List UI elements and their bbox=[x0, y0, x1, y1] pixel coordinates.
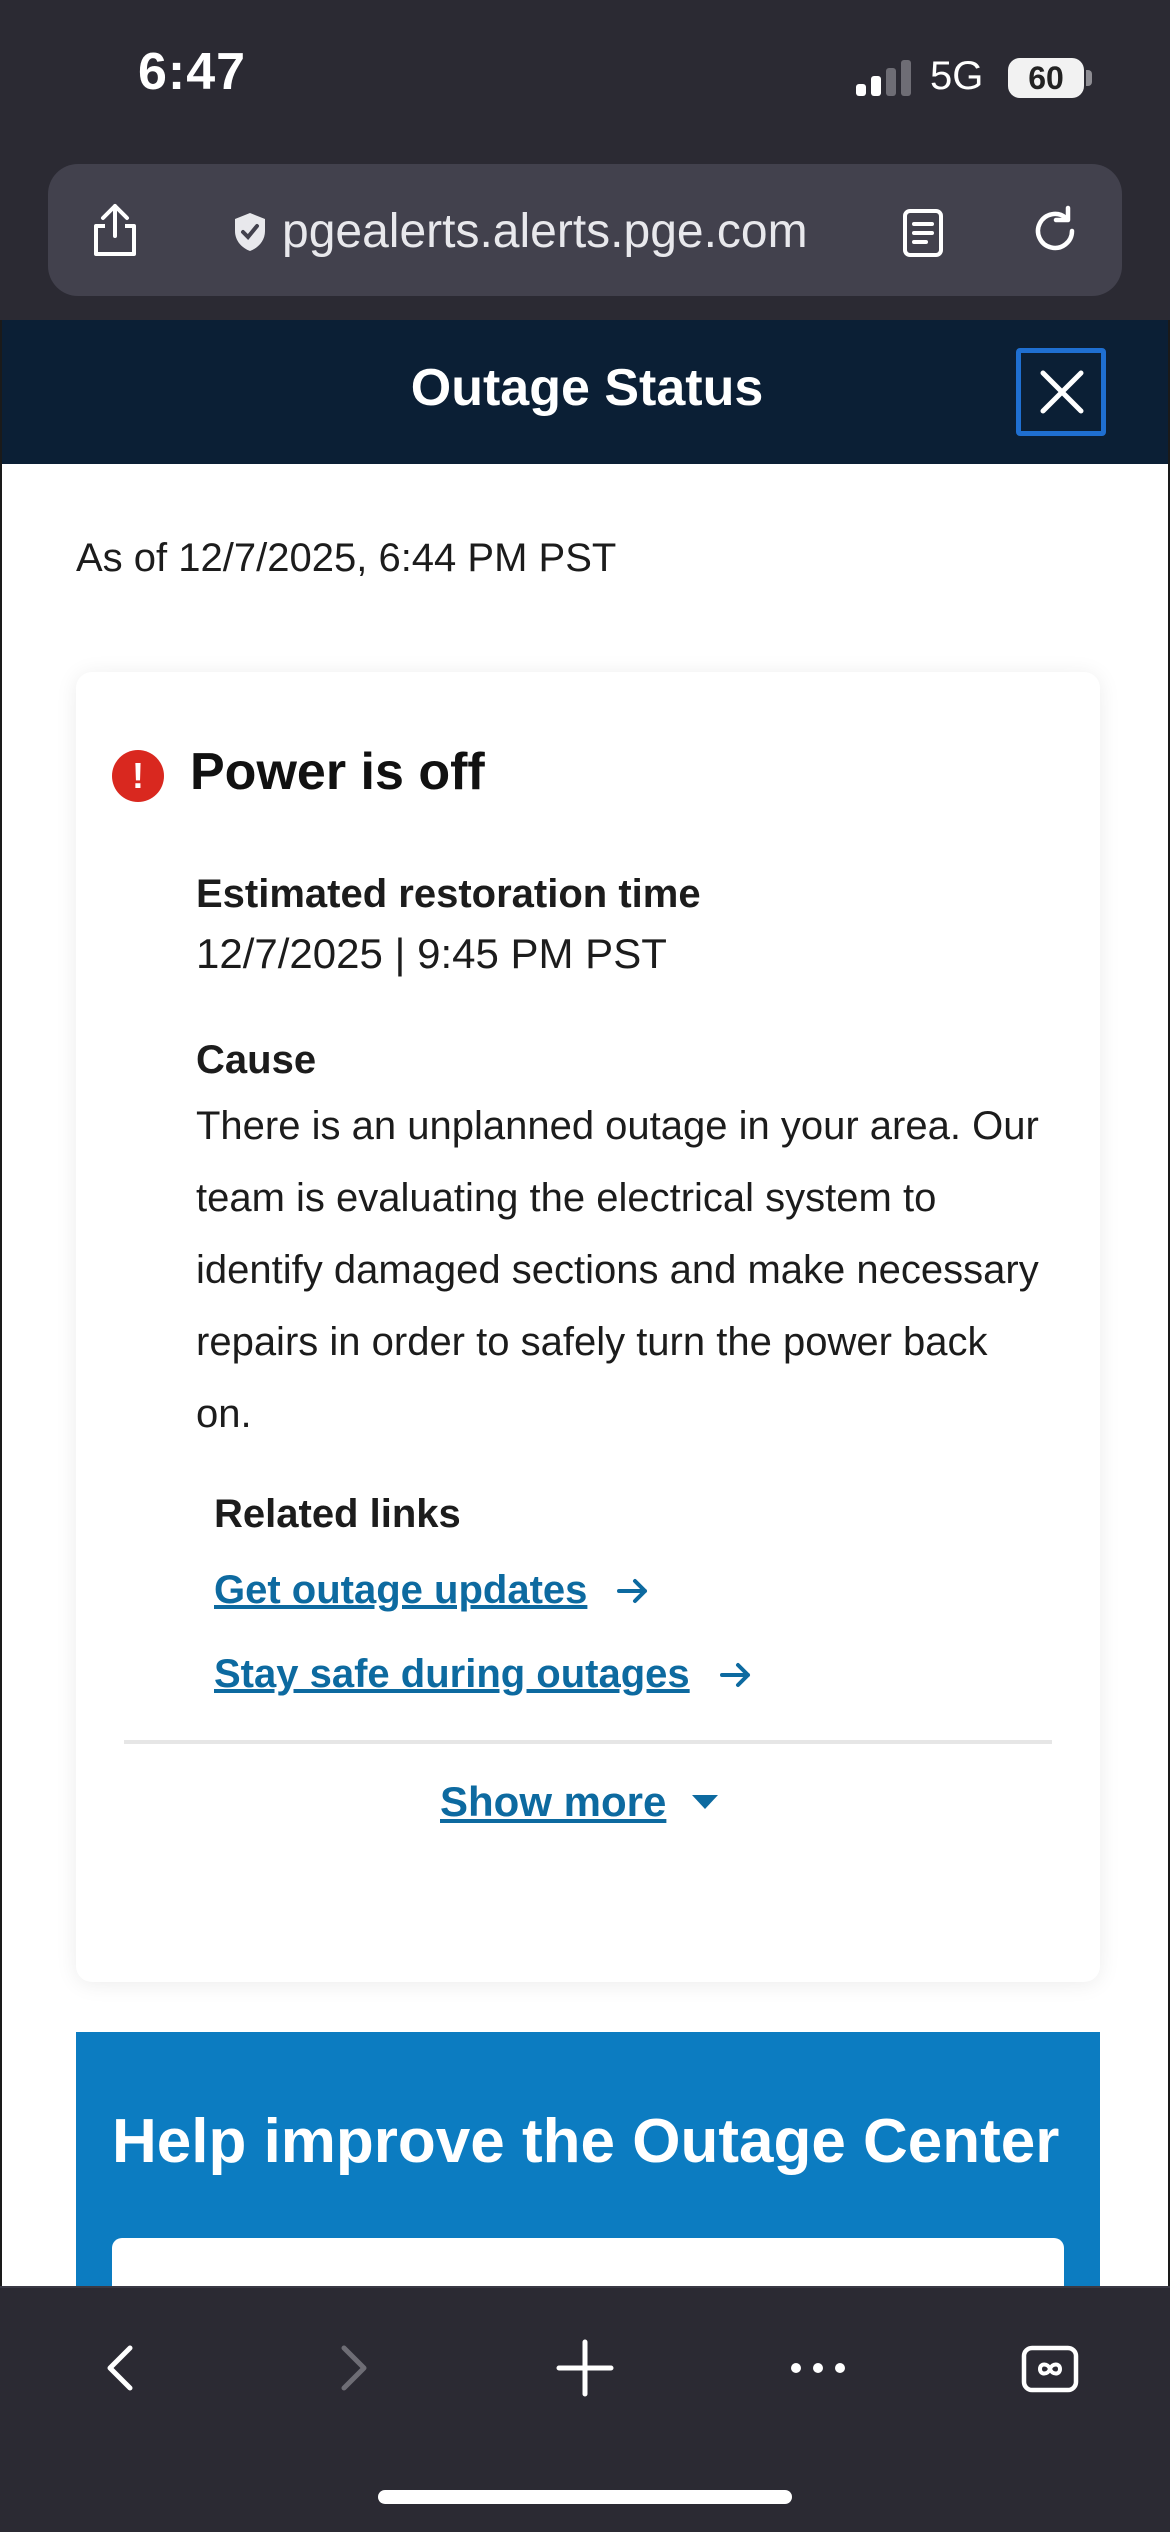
close-icon bbox=[1040, 370, 1084, 414]
feedback-box[interactable] bbox=[112, 2238, 1064, 2286]
restoration-label: Estimated restoration time bbox=[196, 872, 701, 916]
web-page: Outage Status As of 12/7/2025, 6:44 PM P… bbox=[0, 320, 1170, 2286]
link-label: Stay safe during outages bbox=[214, 1652, 690, 1696]
show-more-button[interactable]: Show more bbox=[440, 1778, 720, 1826]
page-header: Outage Status bbox=[2, 320, 1168, 464]
help-banner: Help improve the Outage Center bbox=[76, 2032, 1100, 2286]
link-label: Get outage updates bbox=[214, 1568, 588, 1612]
show-more-label: Show more bbox=[440, 1778, 667, 1825]
alert-icon: ! bbox=[112, 750, 164, 802]
outage-status-card: ! Power is off Estimated restoration tim… bbox=[76, 672, 1100, 1982]
as-of-timestamp: As of 12/7/2025, 6:44 PM PST bbox=[76, 536, 617, 580]
clock: 6:47 bbox=[138, 43, 247, 101]
stay-safe-link[interactable]: Stay safe during outages bbox=[214, 1652, 754, 1697]
divider bbox=[124, 1740, 1052, 1744]
battery-icon: 60 bbox=[1008, 58, 1084, 98]
reader-icon[interactable] bbox=[902, 208, 944, 258]
arrow-right-icon bbox=[719, 1662, 750, 1687]
signal-icon bbox=[856, 60, 912, 96]
url-display[interactable]: pgealerts.alerts.pge.com bbox=[232, 204, 808, 259]
battery-cap bbox=[1086, 70, 1092, 86]
power-status-title: Power is off bbox=[190, 743, 485, 801]
shield-icon bbox=[235, 212, 265, 251]
reload-icon[interactable] bbox=[1028, 204, 1082, 258]
related-links-label: Related links bbox=[214, 1492, 461, 1536]
more-icon[interactable] bbox=[778, 2328, 858, 2408]
home-indicator bbox=[378, 2490, 792, 2504]
cause-text: There is an unplanned outage in your are… bbox=[196, 1104, 1039, 1436]
get-outage-updates-link[interactable]: Get outage updates bbox=[214, 1568, 651, 1613]
caret-down-icon bbox=[692, 1795, 719, 1809]
page-title: Outage Status bbox=[410, 359, 764, 417]
cause-label: Cause bbox=[196, 1038, 317, 1082]
restoration-value: 12/7/2025 | 9:45 PM PST bbox=[196, 930, 667, 977]
screen: 6:47 5G 60 pgealerts.alerts.pge.com Outa… bbox=[0, 0, 1170, 2532]
new-tab-icon[interactable] bbox=[545, 2328, 625, 2408]
back-icon[interactable] bbox=[80, 2328, 160, 2408]
tabs-icon[interactable] bbox=[1010, 2328, 1090, 2408]
url-text: pgealerts.alerts.pge.com bbox=[282, 205, 808, 258]
forward-icon[interactable] bbox=[314, 2328, 394, 2408]
arrow-right-icon bbox=[617, 1578, 648, 1603]
help-title: Help improve the Outage Center bbox=[112, 2107, 1060, 2176]
status-bar: 6:47 5G 60 bbox=[0, 0, 1170, 160]
network-type: 5G bbox=[930, 54, 984, 98]
share-icon[interactable] bbox=[88, 202, 142, 258]
close-button[interactable] bbox=[1016, 348, 1106, 436]
